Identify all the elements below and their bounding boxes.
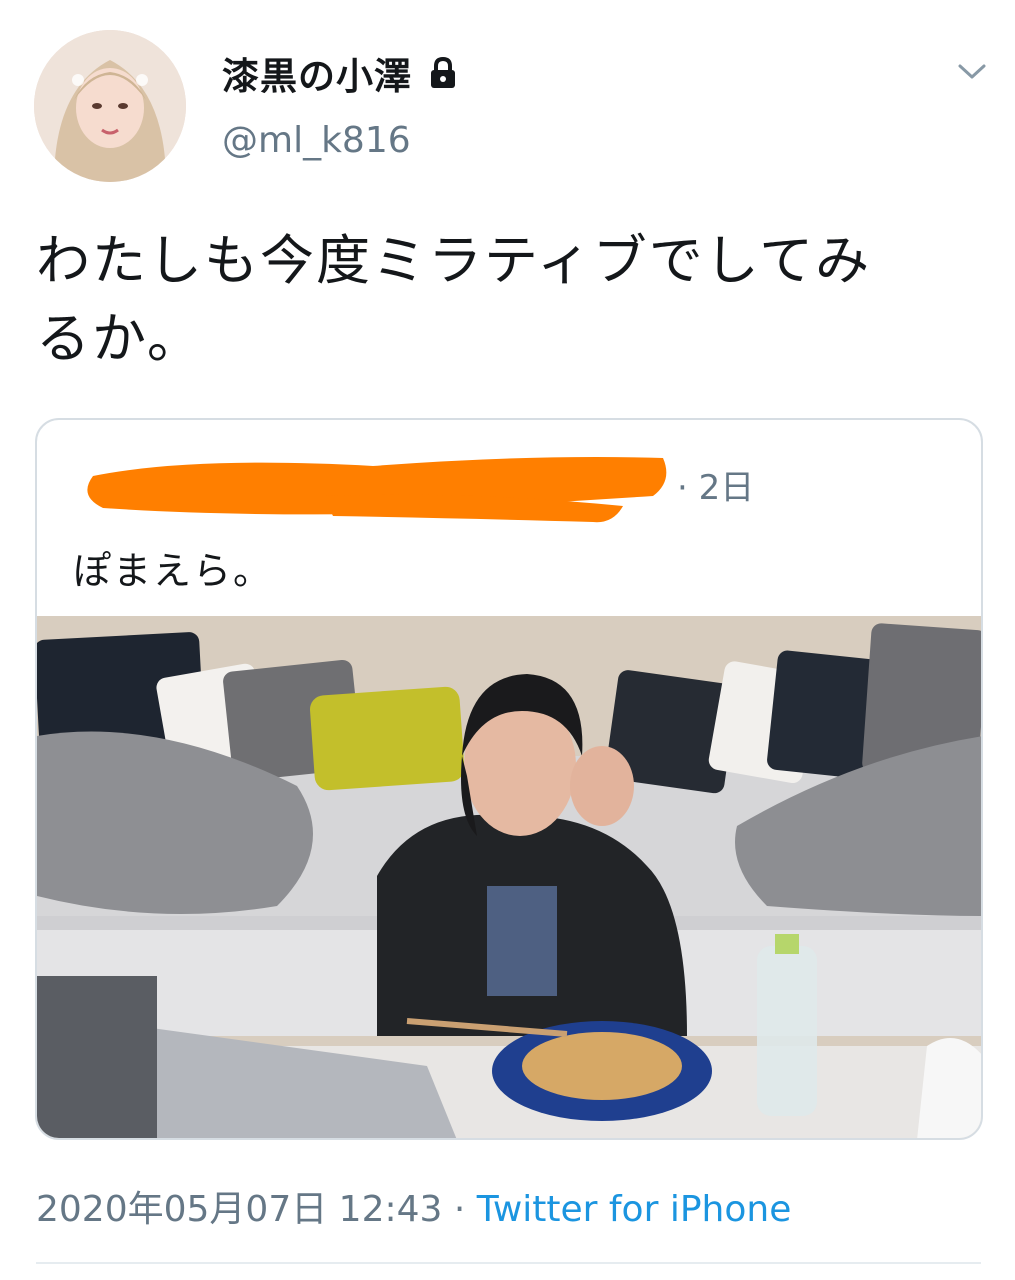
quoted-tweet-text: ぽまえら。 bbox=[73, 549, 274, 593]
chevron-down-icon bbox=[958, 64, 986, 79]
redaction-scribble bbox=[87, 457, 667, 523]
tweet-meta: 2020年05月07日 12:43 · Twitter for iPhone bbox=[36, 1180, 791, 1232]
quoted-tweet-card[interactable]: · 2日 ぽまえら。 bbox=[35, 418, 983, 1140]
avatar-image bbox=[34, 30, 186, 182]
divider bbox=[36, 1262, 981, 1264]
tweet-text-line: るか。 bbox=[36, 307, 203, 370]
display-name-row: 漆黒の小澤 bbox=[222, 46, 460, 100]
tweet-text-line: わたしも今度ミラティブでしてみ bbox=[36, 229, 872, 292]
user-handle[interactable]: @ml_k816 bbox=[222, 120, 411, 161]
meta-separator: · bbox=[442, 1189, 477, 1230]
display-name[interactable]: 漆黒の小澤 bbox=[222, 46, 412, 100]
tweet-menu-button[interactable] bbox=[952, 52, 992, 92]
avatar[interactable] bbox=[34, 30, 186, 182]
quoted-tweet-media[interactable] bbox=[37, 616, 981, 1138]
tweet-text: わたしも今度ミラティブでしてみ るか。 bbox=[36, 222, 976, 378]
video-thumbnail bbox=[37, 616, 981, 1138]
lock-icon bbox=[426, 56, 460, 90]
quoted-tweet-time[interactable]: · 2日 bbox=[677, 460, 754, 509]
quoted-tweet-header: · 2日 bbox=[37, 420, 981, 530]
tweet-source-link[interactable]: Twitter for iPhone bbox=[477, 1189, 792, 1230]
tweet-timestamp[interactable]: 2020年05月07日 12:43 bbox=[36, 1189, 442, 1230]
